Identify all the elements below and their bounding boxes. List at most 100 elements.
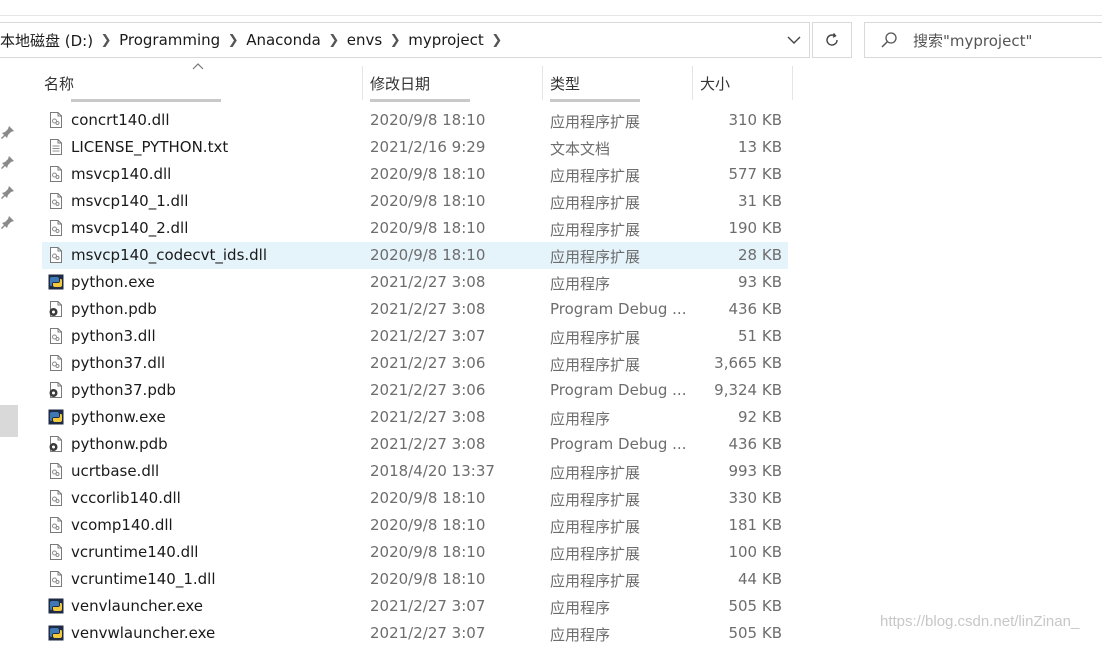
- python-exe-icon: [48, 409, 64, 425]
- file-name[interactable]: vccorlib140.dll: [71, 489, 181, 507]
- dll-file-icon: [48, 112, 64, 128]
- file-name[interactable]: venvwlauncher.exe: [71, 624, 215, 642]
- file-name[interactable]: msvcp140_1.dll: [71, 192, 188, 210]
- breadcrumb-item[interactable]: envs: [347, 31, 382, 49]
- file-modified-date: 2021/2/27 3:06: [370, 381, 486, 399]
- file-size: 310 KB: [728, 111, 782, 129]
- file-type: 应用程序扩展: [550, 194, 641, 212]
- file-row[interactable]: pythonw.exe 2021/2/27 3:08 应用程序 92 KB: [42, 404, 788, 431]
- file-size: 190 KB: [728, 219, 782, 237]
- chevron-right-icon[interactable]: ❯: [93, 33, 119, 48]
- file-row[interactable]: vcruntime140.dll 2020/9/8 18:10 应用程序扩展 100 …: [42, 539, 788, 566]
- file-modified-date: 2021/2/27 3:08: [370, 300, 486, 318]
- file-size: 577 KB: [728, 165, 782, 183]
- file-row[interactable]: vcruntime140_1.dll 2020/9/8 18:10 应用程序扩展 44…: [42, 566, 788, 593]
- pin-icon[interactable]: [1, 215, 15, 229]
- file-name[interactable]: msvcp140_codecvt_ids.dll: [71, 246, 267, 264]
- file-modified-date: 2020/9/8 18:10: [370, 489, 486, 507]
- file-row[interactable]: python3.dll 2021/2/27 3:07 应用程序扩展 51 KB: [42, 323, 788, 350]
- file-modified-date: 2018/4/20 13:37: [370, 462, 495, 480]
- breadcrumb-item[interactable]: Anaconda: [246, 31, 321, 49]
- file-type: 应用程序: [550, 599, 611, 617]
- file-row[interactable]: msvcp140.dll 2020/9/8 18:10 应用程序扩展 577 KB: [42, 161, 788, 188]
- file-name[interactable]: python.exe: [71, 273, 155, 291]
- file-row[interactable]: vccorlib140.dll 2020/9/8 18:10 应用程序扩展 330 K…: [42, 485, 788, 512]
- breadcrumb-item[interactable]: myproject: [408, 31, 484, 49]
- chevron-right-icon[interactable]: ❯: [484, 33, 510, 48]
- file-type: 应用程序: [550, 275, 611, 293]
- file-size: 44 KB: [738, 570, 782, 588]
- file-name[interactable]: python37.dll: [71, 354, 165, 372]
- file-name[interactable]: ucrtbase.dll: [71, 462, 159, 480]
- pdb-file-icon: [48, 382, 64, 398]
- file-name[interactable]: python3.dll: [71, 327, 156, 345]
- file-row[interactable]: msvcp140_codecvt_ids.dll 2020/9/8 18:10 应用…: [42, 242, 788, 269]
- file-row[interactable]: python.pdb 2021/2/27 3:08 Program Debug ..…: [42, 296, 788, 323]
- file-name[interactable]: python37.pdb: [71, 381, 176, 399]
- file-row[interactable]: LICENSE_PYTHON.txt 2021/2/16 9:29 文本文档 13 K…: [42, 134, 788, 161]
- dll-file-icon: [48, 490, 64, 506]
- file-row[interactable]: pythonw.pdb 2021/2/27 3:08 Program Debug .…: [42, 431, 788, 458]
- search-box[interactable]: 搜索"myproject": [864, 22, 1102, 58]
- file-name[interactable]: pythonw.exe: [71, 408, 166, 426]
- file-size: 3,665 KB: [714, 354, 782, 372]
- column-divider[interactable]: [792, 66, 793, 100]
- file-modified-date: 2020/9/8 18:10: [370, 516, 486, 534]
- file-row[interactable]: msvcp140_2.dll 2020/9/8 18:10 应用程序扩展 190 KB: [42, 215, 788, 242]
- refresh-icon: [826, 33, 838, 46]
- pdb-file-icon: [48, 436, 64, 452]
- file-name[interactable]: msvcp140_2.dll: [71, 219, 188, 237]
- chevron-right-icon[interactable]: ❯: [220, 33, 246, 48]
- file-modified-date: 2020/9/8 18:10: [370, 111, 486, 129]
- address-history-button[interactable]: [778, 22, 810, 58]
- nav-pane-selected-item[interactable]: [0, 405, 18, 437]
- dll-file-icon: [48, 193, 64, 209]
- file-size: 9,324 KB: [714, 381, 782, 399]
- file-size: 92 KB: [738, 408, 782, 426]
- file-name[interactable]: python.pdb: [71, 300, 157, 318]
- file-row[interactable]: vcomp140.dll 2020/9/8 18:10 应用程序扩展 181 KB: [42, 512, 788, 539]
- dll-file-icon: [48, 166, 64, 182]
- file-name[interactable]: vcomp140.dll: [71, 516, 173, 534]
- file-name[interactable]: pythonw.pdb: [71, 435, 168, 453]
- partial-table-row: [42, 94, 788, 102]
- file-name[interactable]: msvcp140.dll: [71, 165, 171, 183]
- chevron-right-icon[interactable]: ❯: [382, 33, 408, 48]
- dll-file-icon: [48, 517, 64, 533]
- file-modified-date: 2020/9/8 18:10: [370, 192, 486, 210]
- file-row[interactable]: python.exe 2021/2/27 3:08 应用程序 93 KB: [42, 269, 788, 296]
- file-size: 100 KB: [728, 543, 782, 561]
- file-modified-date: 2020/9/8 18:10: [370, 165, 486, 183]
- file-name[interactable]: venvlauncher.exe: [71, 597, 203, 615]
- file-size: 505 KB: [728, 624, 782, 642]
- pin-icon[interactable]: [1, 155, 15, 169]
- file-type: 应用程序扩展: [550, 356, 641, 374]
- file-name[interactable]: LICENSE_PYTHON.txt: [71, 138, 228, 156]
- breadcrumb-item[interactable]: 本地磁盘 (D:): [0, 30, 93, 51]
- file-size: 93 KB: [738, 273, 782, 291]
- file-name[interactable]: concrt140.dll: [71, 111, 169, 129]
- search-placeholder[interactable]: 搜索"myproject": [913, 30, 1032, 51]
- file-type: 应用程序扩展: [550, 221, 641, 239]
- file-type: Program Debug ...: [550, 300, 687, 318]
- file-name[interactable]: vcruntime140_1.dll: [71, 570, 216, 588]
- address-bar[interactable]: 本地磁盘 (D:) ❯ Programming ❯ Anaconda ❯ env…: [0, 22, 810, 58]
- pin-icon[interactable]: [1, 185, 15, 199]
- file-row[interactable]: msvcp140_1.dll 2020/9/8 18:10 应用程序扩展 31 KB: [42, 188, 788, 215]
- file-row[interactable]: venvlauncher.exe 2021/2/27 3:07 应用程序 505 KB: [42, 593, 788, 620]
- file-row[interactable]: python37.pdb 2021/2/27 3:06 Program Debug …: [42, 377, 788, 404]
- file-row[interactable]: concrt140.dll 2020/9/8 18:10 应用程序扩展 310 KB: [42, 107, 788, 134]
- chevron-right-icon[interactable]: ❯: [321, 33, 347, 48]
- file-size: 181 KB: [728, 516, 782, 534]
- file-row[interactable]: python37.dll 2021/2/27 3:06 应用程序扩展 3,665 KB: [42, 350, 788, 377]
- refresh-button[interactable]: [812, 22, 852, 58]
- file-type: 应用程序扩展: [550, 464, 641, 482]
- file-row[interactable]: venvwlauncher.exe 2021/2/27 3:07 应用程序 505 K…: [42, 620, 788, 647]
- breadcrumb-item[interactable]: Programming: [119, 31, 220, 49]
- file-row[interactable]: ucrtbase.dll 2018/4/20 13:37 应用程序扩展 993 KB: [42, 458, 788, 485]
- pin-icon[interactable]: [1, 125, 15, 139]
- file-type: Program Debug ...: [550, 435, 687, 453]
- file-type: 应用程序: [550, 410, 611, 428]
- file-name[interactable]: vcruntime140.dll: [71, 543, 198, 561]
- file-modified-date: 2021/2/16 9:29: [370, 138, 486, 156]
